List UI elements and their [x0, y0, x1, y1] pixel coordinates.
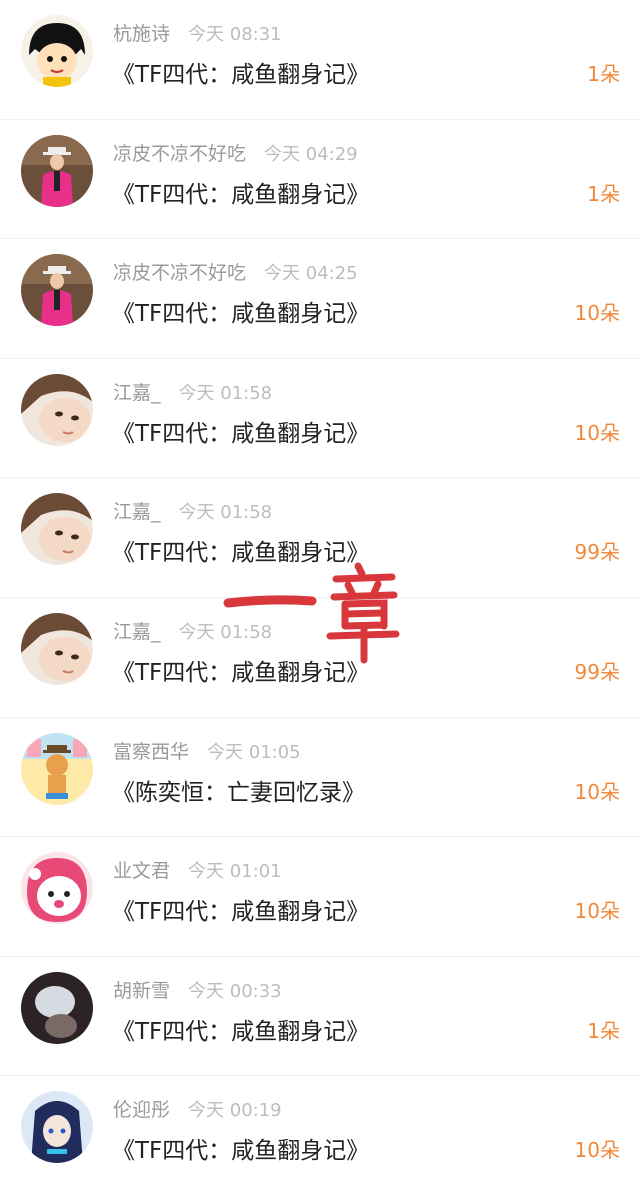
list-item[interactable]: 业文君 今天 01:01 《TF四代：咸鱼翻身记》 10朵: [0, 837, 640, 957]
flower-count: 10朵: [574, 1138, 620, 1163]
flower-count: 10朵: [574, 899, 620, 924]
flower-count: 10朵: [574, 301, 620, 326]
girl-selfie-avatar[interactable]: [21, 373, 93, 446]
cartoon-bear-avatar[interactable]: [21, 732, 93, 805]
flower-count: 10朵: [574, 420, 620, 445]
timestamp: 今天 01:58: [178, 621, 273, 643]
timestamp: 今天 01:01: [188, 861, 282, 883]
timestamp: 今天 01:05: [207, 741, 301, 763]
username[interactable]: 杭施诗: [113, 23, 170, 45]
list-item[interactable]: 胡新雪 今天 00:33 《TF四代：咸鱼翻身记》 1朵: [0, 957, 640, 1077]
list-item[interactable]: 江嘉_ 今天 01:58 《TF四代：咸鱼翻身记》 99朵: [0, 478, 640, 598]
timestamp: 今天 08:31: [188, 24, 282, 45]
list-item[interactable]: 富察西华 今天 01:05 《陈奕恒：亡妻回忆录》 10朵: [0, 718, 640, 838]
list-item[interactable]: 凉皮不凉不好吃 今天 04:25 《TF四代：咸鱼翻身记》 10朵: [0, 239, 640, 359]
book-title[interactable]: 《TF四代：咸鱼翻身记》: [112, 414, 369, 448]
list-item[interactable]: 江嘉_ 今天 01:58 《TF四代：咸鱼翻身记》 10朵: [0, 359, 640, 479]
timestamp: 今天 00:19: [188, 1100, 282, 1122]
timestamp: 今天 04:29: [264, 143, 358, 165]
book-title[interactable]: 《陈奕恒：亡妻回忆录》: [112, 773, 365, 807]
timestamp: 今天 04:25: [264, 263, 358, 285]
flower-count: 1朵: [587, 62, 620, 86]
list-item[interactable]: 伦迎彤 今天 00:19 《TF四代：咸鱼翻身记》 10朵: [0, 1076, 640, 1196]
cartoon-girl-avatar[interactable]: [21, 15, 93, 87]
username[interactable]: 江嘉_: [113, 382, 161, 404]
username[interactable]: 凉皮不凉不好吃: [113, 143, 246, 165]
performer-pink-suit-avatar[interactable]: [21, 254, 93, 327]
flower-count: 10朵: [574, 779, 620, 804]
dark-photo-avatar[interactable]: [21, 971, 93, 1044]
flower-count: 99朵: [574, 659, 620, 684]
book-title[interactable]: 《TF四代：咸鱼翻身记》: [112, 1131, 369, 1165]
book-title[interactable]: 《TF四代：咸鱼翻身记》: [112, 1012, 369, 1046]
gift-record-list: 杭施诗 今天 08:31 《TF四代：咸鱼翻身记》 1朵 凉皮不凉不好吃 今天 04…: [0, 0, 640, 1196]
flower-count: 1朵: [587, 181, 620, 206]
flower-count: 1朵: [587, 1018, 620, 1043]
timestamp: 今天 00:33: [188, 980, 282, 1002]
anime-blue-avatar[interactable]: [21, 1091, 93, 1164]
girl-selfie-avatar[interactable]: [21, 612, 93, 685]
list-item[interactable]: 凉皮不凉不好吃 今天 04:29 《TF四代：咸鱼翻身记》 1朵: [0, 120, 640, 240]
username[interactable]: 江嘉_: [113, 501, 161, 523]
cartoon-pink-hood-avatar[interactable]: [21, 852, 93, 925]
flower-count: 99朵: [574, 540, 620, 565]
book-title[interactable]: 《TF四代：咸鱼翻身记》: [112, 892, 369, 926]
performer-pink-suit-avatar[interactable]: [21, 134, 93, 207]
username[interactable]: 凉皮不凉不好吃: [113, 262, 246, 284]
list-item[interactable]: 江嘉_ 今天 01:58 《TF四代：咸鱼翻身记》 99朵: [0, 598, 640, 718]
girl-selfie-avatar[interactable]: [21, 493, 93, 566]
username[interactable]: 江嘉_: [113, 621, 161, 643]
timestamp: 今天 01:58: [178, 502, 273, 524]
username[interactable]: 伦迎彤: [113, 1099, 170, 1121]
book-title[interactable]: 《TF四代：咸鱼翻身记》: [112, 294, 369, 328]
book-title[interactable]: 《TF四代：咸鱼翻身记》: [112, 175, 369, 209]
timestamp: 今天 01:58: [178, 382, 273, 404]
book-title[interactable]: 《TF四代：咸鱼翻身记》: [112, 653, 369, 687]
book-title[interactable]: 《TF四代：咸鱼翻身记》: [112, 533, 369, 567]
username[interactable]: 胡新雪: [113, 980, 170, 1002]
username[interactable]: 富察西华: [113, 741, 189, 763]
book-title[interactable]: 《TF四代：咸鱼翻身记》: [112, 55, 369, 89]
list-item[interactable]: 杭施诗 今天 08:31 《TF四代：咸鱼翻身记》 1朵: [0, 0, 640, 120]
username[interactable]: 业文君: [113, 860, 170, 882]
